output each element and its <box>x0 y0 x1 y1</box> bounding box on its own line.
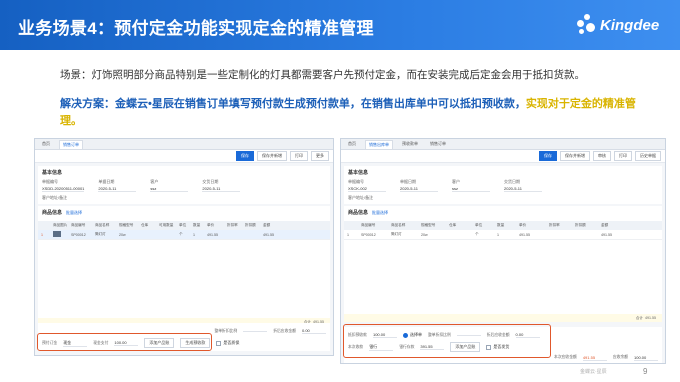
tab-prepayment[interactable]: 预收款单 <box>399 140 421 148</box>
order-number-field[interactable]: 单据编号 XSCK-002 <box>348 179 386 192</box>
goods-title: 商品信息 批量选择 <box>42 210 83 216</box>
basic-info-section: 基本信息 单据编号 XSCK-002 单据日期 2020-5-11 客户 ssz 交货… <box>344 166 662 204</box>
tab-bar: 首页 销售出库单 预收款单 销售订单 <box>341 139 665 150</box>
discount-input[interactable] <box>243 330 268 332</box>
basic-info-section: 基本信息 单据编号 XSDD-20200511-00001 单据日期 2020-5-… <box>38 166 330 204</box>
watermark: 金蝶云·星辰 <box>580 369 607 375</box>
grid-header: 商品图片 商品编号 商品名称 规格型号 仓库 可用数量 单位 数量 单价 折扣率… <box>38 221 330 230</box>
kingdee-logo-icon <box>575 14 597 36</box>
customer-field[interactable]: 客户 ssz <box>452 179 490 192</box>
goods-grid: 商品信息 批量选择 商品编号 商品名称 规格型号 仓库 单位 数量 单价 折扣率 … <box>344 206 662 314</box>
grid-empty-area <box>38 240 330 318</box>
remark-field[interactable]: 客户地址/备注 <box>348 195 658 201</box>
tab-sales-order[interactable]: 销售订单 <box>59 139 83 149</box>
delivery-date-field[interactable]: 交货日期 2020-5-11 <box>504 179 542 192</box>
history-button[interactable]: 历史单据 <box>635 151 661 161</box>
order-date-field[interactable]: 单据日期 2020-5-11 <box>98 179 137 192</box>
receivable-value: 491.55 <box>582 355 607 361</box>
product-image-icon <box>53 231 61 237</box>
tab-home[interactable]: 首页 <box>345 140 359 148</box>
delivery-date-field[interactable]: 交货日期 2020-5-11 <box>202 179 241 192</box>
save-button[interactable]: 保存 <box>236 151 254 161</box>
save-and-new-button[interactable]: 保存并新增 <box>257 151 287 161</box>
balance-label: 应收余额 <box>612 355 628 359</box>
remark-field[interactable]: 客户地址/备注 <box>42 195 326 201</box>
highlight-box-deduct <box>343 324 551 358</box>
batch-select-link[interactable]: 批量选择 <box>66 210 82 215</box>
basic-info-title: 基本信息 <box>42 170 63 176</box>
page-title: 业务场景4：预付定金功能实现定金的精准管理 <box>18 19 374 38</box>
batch-select-link[interactable]: 批量选择 <box>372 210 388 215</box>
basic-info-title: 基本信息 <box>348 170 369 176</box>
logo-text: Kingdee <box>600 16 660 34</box>
tab-bar: 首页 销售订单 <box>35 139 333 150</box>
tab-sales-outbound[interactable]: 销售出库单 <box>365 139 393 149</box>
tab-home[interactable]: 首页 <box>39 140 53 148</box>
order-number-field[interactable]: 单据编号 XSDD-20200511-00001 <box>42 179 85 192</box>
table-row[interactable]: 1 SP00012 筒灯灯 20w 个 1 491.55 491.55 <box>344 230 662 240</box>
toolbar: 保存 保存并新增 审核 打印 历史单据 <box>341 150 665 163</box>
table-row[interactable]: 1 SP00012 筒灯灯 20w 个 1 491.55 491.55 <box>38 230 330 240</box>
toolbar: 保存 保存并新增 打印 更多 <box>35 150 333 163</box>
audit-button[interactable]: 审核 <box>593 151 611 161</box>
order-date-field[interactable]: 单据日期 2020-5-11 <box>400 179 438 192</box>
save-button[interactable]: 保存 <box>539 151 557 161</box>
warranty-checkbox[interactable]: 是否质保 <box>216 340 239 346</box>
more-button[interactable]: 更多 <box>311 151 329 161</box>
receivable-label: 本次应收金额 <box>554 355 577 359</box>
total-row: 合计 491.55 <box>344 314 662 322</box>
sales-order-screenshot: 首页 销售订单 保存 保存并新增 打印 更多 基本信息 单据编号 XSDD-202… <box>34 138 334 356</box>
goods-grid: 商品信息 批量选择 商品图片 商品编号 商品名称 规格型号 仓库 可用数量 单位 … <box>38 206 330 318</box>
kingdee-logo: Kingdee <box>575 14 659 36</box>
save-and-new-button[interactable]: 保存并新增 <box>560 151 590 161</box>
goods-title: 商品信息 批量选择 <box>348 210 389 216</box>
tab-sales-order[interactable]: 销售订单 <box>427 140 449 148</box>
header-bar: 业务场景4：预付定金功能实现定金的精准管理 Kingdee <box>0 0 680 50</box>
customer-field[interactable]: 客户 ssz <box>150 179 189 192</box>
after-discount-value: 0.00 <box>302 328 326 334</box>
discount-label: 整单折扣比例 <box>214 328 238 333</box>
page-number: 9 <box>643 367 648 376</box>
scenario-text: 场景：灯饰照明部分商品特别是一些定制化的灯具都需要客户先预付定金，而在安装完成后… <box>60 69 585 81</box>
print-button[interactable]: 打印 <box>290 151 308 161</box>
highlight-box-prepay <box>37 333 212 351</box>
solution-lead: 解决方案：金蝶云•星辰在销售订单填写预付款生成预付款单，在销售出库单中可以抵扣预… <box>60 98 526 110</box>
grid-header: 商品编号 商品名称 规格型号 仓库 单位 数量 单价 折扣率 折扣额 金额 <box>344 221 662 230</box>
grid-empty-area <box>344 240 662 314</box>
solution-text: 解决方案：金蝶云•星辰在销售订单填写预付款生成预付款单，在销售出库单中可以抵扣预… <box>60 96 640 130</box>
print-button[interactable]: 打印 <box>614 151 632 161</box>
balance-value: 100.00 <box>634 355 658 361</box>
after-discount-label: 折后应收金额 <box>273 328 296 333</box>
